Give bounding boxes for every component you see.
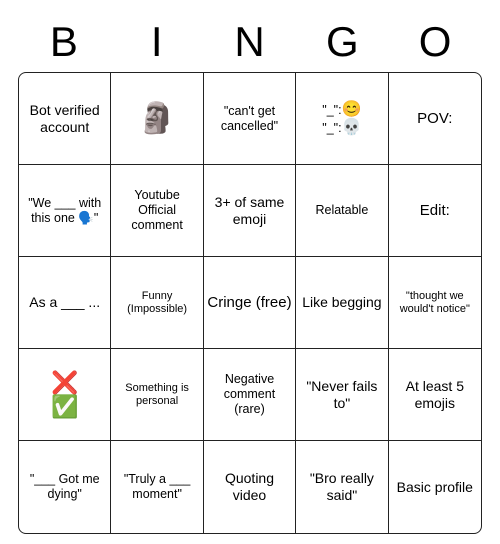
header-letter: B <box>18 18 111 66</box>
bingo-cell[interactable]: Something is personal <box>111 349 203 441</box>
bingo-cell[interactable]: Bot verified account <box>19 73 111 165</box>
bingo-header: B I N G O <box>18 18 482 66</box>
bingo-cell[interactable]: "___ Got me dying" <box>19 441 111 533</box>
bingo-cell[interactable]: At least 5 emojis <box>389 349 481 441</box>
bingo-cell[interactable]: "Truly a ___ moment" <box>111 441 203 533</box>
bingo-cell[interactable]: Negative comment (rare) <box>204 349 296 441</box>
bingo-cell[interactable]: "_":😊"_":💀 <box>296 73 388 165</box>
bingo-cell[interactable]: Funny (Impossible) <box>111 257 203 349</box>
bingo-cell[interactable]: As a ___ ... <box>19 257 111 349</box>
bingo-card: B I N G O Bot verified account🗿"can't ge… <box>18 18 482 534</box>
bingo-cell[interactable]: Basic profile <box>389 441 481 533</box>
bingo-cell[interactable]: "can't get cancelled" <box>204 73 296 165</box>
bingo-cell[interactable]: "Bro really said" <box>296 441 388 533</box>
bingo-cell[interactable]: Youtube Official comment <box>111 165 203 257</box>
bingo-cell[interactable]: Like begging <box>296 257 388 349</box>
header-letter: I <box>111 18 204 66</box>
header-letter: G <box>296 18 389 66</box>
bingo-cell[interactable]: "thought we would't notice" <box>389 257 481 349</box>
bingo-cell[interactable]: Cringe (free) <box>204 257 296 349</box>
bingo-cell[interactable]: "Never fails to" <box>296 349 388 441</box>
bingo-grid: Bot verified account🗿"can't get cancelle… <box>18 72 482 534</box>
bingo-cell[interactable]: Quoting video <box>204 441 296 533</box>
header-letter: O <box>389 18 482 66</box>
bingo-cell[interactable]: Relatable <box>296 165 388 257</box>
bingo-cell[interactable]: 🗿 <box>111 73 203 165</box>
bingo-cell[interactable]: ❌✅ <box>19 349 111 441</box>
header-letter: N <box>204 18 297 66</box>
bingo-cell[interactable]: 3+ of same emoji <box>204 165 296 257</box>
bingo-cell[interactable]: Edit: <box>389 165 481 257</box>
bingo-cell[interactable]: "We ___ with this one 🗣️" <box>19 165 111 257</box>
bingo-cell[interactable]: POV: <box>389 73 481 165</box>
